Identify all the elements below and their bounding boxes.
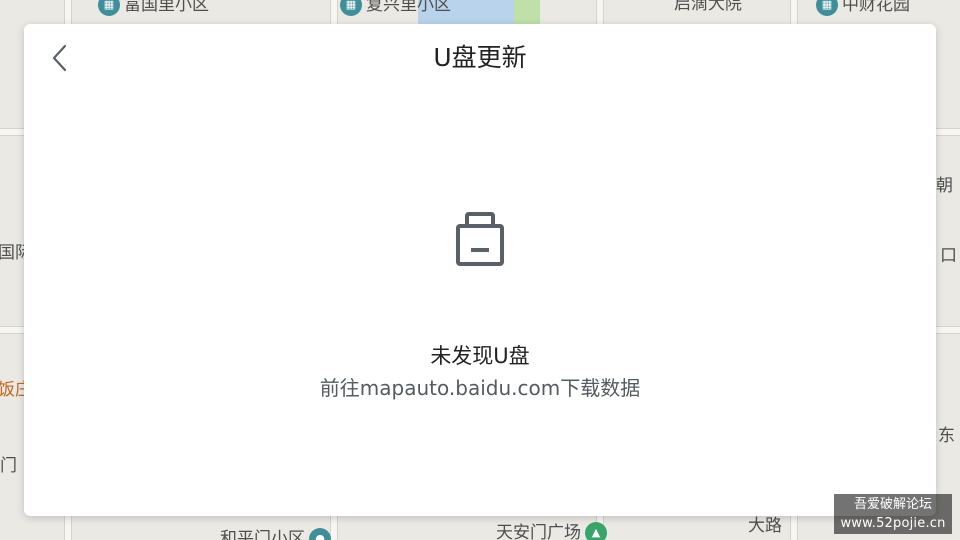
screen: ▦ 富国里小区 ▦ 复兴里小区 启滴大院 ▦ 中财花园 国际 饭庄 门 朝 口 东 和… [0,0,960,540]
download-hint: 前往mapauto.baidu.com下载数据 [319,376,641,400]
map-poi[interactable]: 启滴大院 [674,0,742,14]
map-label: 口 [940,246,957,266]
map-label: 大路 [748,516,782,536]
building-icon: ▦ [98,0,120,16]
no-usb-message: 未发现U盘 [430,344,530,368]
map-label: 门 [0,456,17,476]
building-icon: ▦ [340,0,362,16]
poi-marker-icon: ● [309,528,331,540]
dialog-title: U盘更新 [433,43,527,72]
watermark: 吾爱破解论坛 www.52pojie.cn [834,494,952,534]
map-label: 东 [938,426,955,446]
map-poi[interactable]: 和平门小区 ● [220,528,335,540]
usb-drive-icon [456,212,504,266]
map-poi[interactable]: ▦ 富国里小区 [98,0,209,16]
map-poi[interactable]: ▦ 中财花园 [816,0,910,16]
usb-update-dialog: U盘更新 未发现U盘 前往mapauto.baidu.com下载数据 [24,24,936,516]
building-icon: ▦ [816,0,838,16]
map-label: 朝 [936,176,953,196]
tree-icon: ▲ [585,522,607,540]
map-poi[interactable]: ▦ 复兴里小区 [340,0,451,16]
map-poi[interactable]: 天安门广场 ▲ [496,522,611,540]
